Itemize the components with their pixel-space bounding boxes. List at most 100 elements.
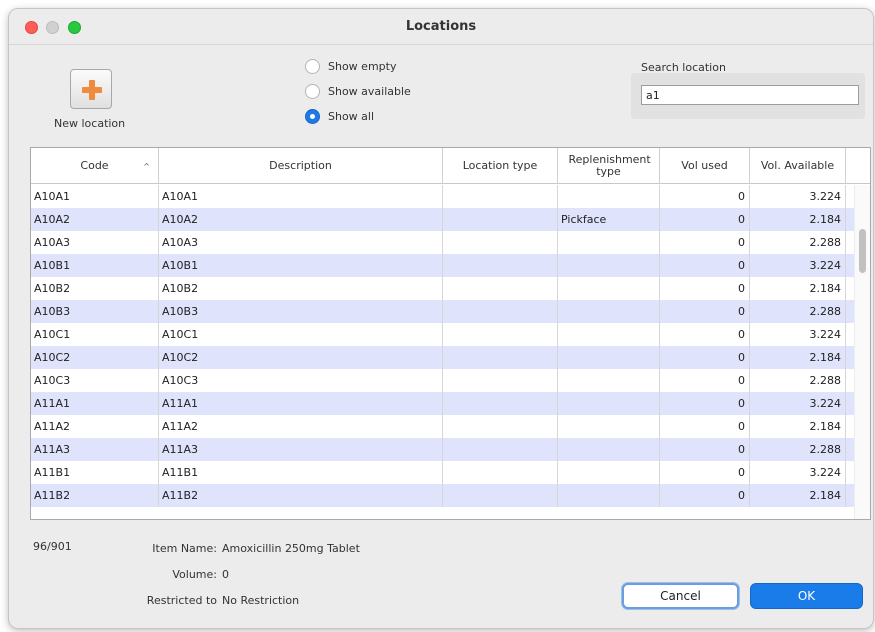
cell-vol-used: 0 <box>660 415 750 438</box>
cell-vol-used: 0 <box>660 461 750 484</box>
cell-description: A11A1 <box>159 392 443 415</box>
filter-show-all[interactable]: Show all <box>305 109 374 124</box>
cell-replenishment-type <box>558 369 660 392</box>
radio-show-empty[interactable] <box>305 59 320 74</box>
table-row[interactable]: A10B3 A10B3 0 2.288 <box>31 300 870 323</box>
cell-vol-available: 3.224 <box>750 461 846 484</box>
column-header-label: Vol. Available <box>760 159 835 172</box>
table-row[interactable]: A10B2 A10B2 0 2.184 <box>31 277 870 300</box>
table-row[interactable]: A10A1 A10A1 0 3.224 <box>31 185 870 208</box>
column-header-code[interactable]: Code ^ <box>31 148 159 184</box>
sort-ascending-icon: ^ <box>143 162 150 171</box>
item-name-label: Item Name: <box>152 542 217 555</box>
column-header-replenishment-type[interactable]: Replenishment type <box>558 148 660 184</box>
table-body: A10A1 A10A1 0 3.224 A10A2 A10A2 Pickface 0 2.184… <box>31 185 870 507</box>
cell-replenishment-type <box>558 392 660 415</box>
cell-location-type <box>443 300 558 323</box>
cell-vol-used: 0 <box>660 484 750 507</box>
radio-show-all[interactable] <box>305 109 320 124</box>
cell-replenishment-type <box>558 231 660 254</box>
cell-replenishment-type <box>558 300 660 323</box>
cell-replenishment-type: Pickface <box>558 208 660 231</box>
column-header-description[interactable]: Description <box>159 148 443 184</box>
column-header-vol-used[interactable]: Vol used <box>660 148 750 184</box>
cell-description: A10A1 <box>159 185 443 208</box>
cell-replenishment-type <box>558 461 660 484</box>
cell-replenishment-type <box>558 254 660 277</box>
cell-code: A10B2 <box>31 277 159 300</box>
ok-button[interactable]: OK <box>750 583 863 609</box>
table-row[interactable]: A10B1 A10B1 0 3.224 <box>31 254 870 277</box>
cell-vol-used: 0 <box>660 300 750 323</box>
new-location-button[interactable] <box>70 69 112 109</box>
table-row[interactable]: A11B2 A11B2 0 2.184 <box>31 484 870 507</box>
table-row[interactable]: A10A2 A10A2 Pickface 0 2.184 <box>31 208 870 231</box>
cell-location-type <box>443 185 558 208</box>
cell-code: A10A1 <box>31 185 159 208</box>
cell-vol-available: 3.224 <box>750 254 846 277</box>
cell-location-type <box>443 392 558 415</box>
title-bar: Locations <box>9 9 873 45</box>
column-header-label: Location type <box>462 159 538 172</box>
table-row[interactable]: A11B1 A11B1 0 3.224 <box>31 461 870 484</box>
table-row[interactable]: A11A2 A11A2 0 2.184 <box>31 415 870 438</box>
filter-show-empty[interactable]: Show empty <box>305 59 396 74</box>
table-row[interactable]: A11A3 A11A3 0 2.288 <box>31 438 870 461</box>
vertical-scrollbar[interactable] <box>854 185 870 519</box>
cell-replenishment-type <box>558 438 660 461</box>
cell-description: A10C2 <box>159 346 443 369</box>
table-row[interactable]: A10C1 A10C1 0 3.224 <box>31 323 870 346</box>
column-header-location-type[interactable]: Location type <box>443 148 558 184</box>
cell-code: A11A2 <box>31 415 159 438</box>
volume-value: 0 <box>222 568 229 581</box>
column-header-label: Vol used <box>681 159 728 172</box>
cell-replenishment-type <box>558 185 660 208</box>
cell-vol-available: 2.288 <box>750 231 846 254</box>
table-row[interactable]: A10C2 A10C2 0 2.184 <box>31 346 870 369</box>
cell-description: A10A3 <box>159 231 443 254</box>
cell-vol-available: 2.184 <box>750 484 846 507</box>
table-row[interactable]: A10A3 A10A3 0 2.288 <box>31 231 870 254</box>
filter-show-available[interactable]: Show available <box>305 84 411 99</box>
cell-location-type <box>443 484 558 507</box>
cell-vol-used: 0 <box>660 277 750 300</box>
cell-location-type <box>443 415 558 438</box>
cell-vol-available: 2.288 <box>750 438 846 461</box>
cell-code: A10C1 <box>31 323 159 346</box>
table-row[interactable]: A11A1 A11A1 0 3.224 <box>31 392 870 415</box>
cell-code: A10B1 <box>31 254 159 277</box>
cell-code: A11B1 <box>31 461 159 484</box>
restricted-value: No Restriction <box>222 594 300 607</box>
cell-description: A10A2 <box>159 208 443 231</box>
cell-replenishment-type <box>558 277 660 300</box>
cell-replenishment-type <box>558 323 660 346</box>
cell-vol-available: 3.224 <box>750 185 846 208</box>
cell-vol-available: 2.288 <box>750 300 846 323</box>
cell-description: A10C1 <box>159 323 443 346</box>
scrollbar-thumb[interactable] <box>859 229 866 273</box>
column-header-vol-available[interactable]: Vol. Available <box>750 148 846 184</box>
table-row[interactable]: A10C3 A10C3 0 2.288 <box>31 369 870 392</box>
radio-show-available[interactable] <box>305 84 320 99</box>
cell-code: A10C2 <box>31 346 159 369</box>
plus-icon <box>82 80 102 100</box>
cell-code: A11B2 <box>31 484 159 507</box>
column-header-label: Replenishment type <box>568 153 651 178</box>
cell-description: A10C3 <box>159 369 443 392</box>
cell-code: A11A1 <box>31 392 159 415</box>
filter-label: Show available <box>328 85 411 98</box>
cell-description: A11B1 <box>159 461 443 484</box>
cell-replenishment-type <box>558 415 660 438</box>
cell-code: A10A2 <box>31 208 159 231</box>
search-location-input[interactable] <box>641 85 859 105</box>
cell-description: A10B2 <box>159 277 443 300</box>
cell-vol-available: 2.184 <box>750 277 846 300</box>
cancel-button[interactable]: Cancel <box>622 583 739 609</box>
window-title: Locations <box>405 19 477 34</box>
cell-code: A11A3 <box>31 438 159 461</box>
volume-label: Volume: <box>172 568 217 581</box>
cell-description: A11A2 <box>159 415 443 438</box>
search-location-label: Search location <box>641 61 726 74</box>
filter-label: Show all <box>328 110 375 123</box>
cell-location-type <box>443 369 558 392</box>
